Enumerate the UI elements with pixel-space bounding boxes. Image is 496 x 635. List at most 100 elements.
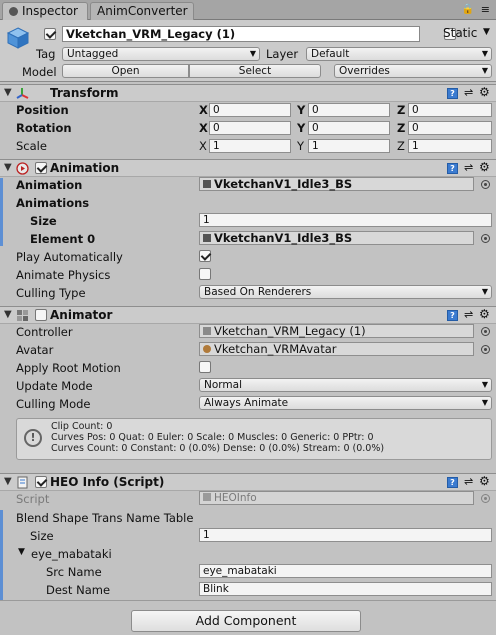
add-component-button[interactable]: Add Component — [131, 610, 361, 632]
chevron-down-icon: ▼ — [481, 49, 488, 58]
model-label: Model — [22, 65, 57, 79]
chevron-down-icon: ▼ — [481, 398, 488, 407]
gear-icon[interactable]: ⚙ — [479, 474, 490, 488]
gear-icon[interactable]: ⚙ — [479, 307, 490, 321]
controller-field[interactable]: Vketchan_VRM_Legacy (1) — [199, 324, 474, 338]
foldout-icon[interactable]: ▼ — [4, 476, 12, 487]
culling-type-dropdown[interactable]: Based On Renderers ▼ — [199, 285, 492, 299]
gear-icon[interactable]: ⚙ — [479, 85, 490, 99]
position-z-field[interactable]: 0 — [408, 103, 492, 117]
heo-title: HEO Info (Script) — [50, 475, 165, 489]
animator-enabled-checkbox[interactable] — [35, 309, 47, 321]
position-z-axis-label: Z — [397, 103, 406, 117]
table-size-field[interactable]: 1 — [199, 528, 492, 542]
preset-sliders-icon[interactable]: ⇌ — [464, 475, 473, 488]
scale-x-axis-label: X — [199, 139, 207, 153]
help-book-icon[interactable]: ? — [447, 163, 458, 174]
animation-header[interactable]: ▼ Animation ? ⇌ ⚙ — [0, 159, 496, 177]
animation-clip-value: VketchanV1_Idle3_BS — [214, 177, 353, 191]
src-name-field[interactable]: eye_mabataki — [199, 564, 492, 578]
rotation-y-field[interactable]: 0 — [308, 121, 390, 135]
position-y-field[interactable]: 0 — [308, 103, 390, 117]
object-picker-icon[interactable] — [481, 345, 490, 354]
animator-header[interactable]: ▼ Animator ? ⇌ ⚙ — [0, 306, 496, 324]
rotation-y-axis-label: Y — [297, 121, 306, 135]
help-book-icon[interactable]: ? — [447, 310, 458, 321]
scale-label: Scale — [16, 139, 47, 153]
transform-header[interactable]: ▼ Transform ? ⇌ ⚙ — [0, 84, 496, 102]
update-mode-dropdown[interactable]: Normal ▼ — [199, 378, 492, 392]
element0-label: Element 0 — [30, 232, 96, 246]
position-y-axis-label: Y — [297, 103, 306, 117]
scale-y-field[interactable]: 1 — [308, 139, 390, 153]
rotation-z-field[interactable]: 0 — [408, 121, 492, 135]
menu-icon[interactable]: ≡ — [481, 3, 490, 16]
help-book-icon[interactable]: ? — [447, 477, 458, 488]
modified-indicator-bar — [0, 178, 3, 246]
tag-label: Tag — [36, 47, 56, 61]
animation-title: Animation — [50, 161, 120, 175]
static-label: Static — [443, 26, 478, 40]
tab-inspector-label: Inspector — [22, 4, 78, 18]
heo-info-header[interactable]: ▼ HEO Info (Script) ? ⇌ ⚙ — [0, 473, 496, 491]
layer-value: Default — [311, 48, 350, 60]
lock-icon[interactable]: 🔒 — [462, 4, 474, 15]
chevron-down-icon: ▼ — [481, 287, 488, 296]
rotation-x-field[interactable]: 0 — [209, 121, 291, 135]
culling-mode-label: Culling Mode — [16, 397, 91, 411]
transform-axes-icon — [16, 88, 29, 99]
info-icon: ! — [24, 429, 42, 447]
animator-info-box: ! Clip Count: 0 Curves Pos: 0 Quat: 0 Eu… — [16, 418, 492, 460]
gameobject-cube-icon — [6, 27, 30, 49]
tab-inspector[interactable]: Inspector — [2, 2, 88, 21]
controller-value: Vketchan_VRM_Legacy (1) — [214, 324, 366, 338]
model-select-button[interactable]: Select — [189, 64, 321, 78]
tab-animconverter[interactable]: AnimConverter — [90, 2, 194, 20]
object-picker-icon[interactable] — [481, 234, 490, 243]
preset-sliders-icon[interactable]: ⇌ — [464, 308, 473, 321]
gear-icon[interactable]: ⚙ — [479, 160, 490, 174]
culling-mode-dropdown[interactable]: Always Animate ▼ — [199, 396, 492, 410]
animation-enabled-checkbox[interactable] — [35, 162, 47, 174]
model-open-button[interactable]: Open — [62, 64, 189, 78]
dest-name-field[interactable]: Blink — [199, 582, 492, 596]
position-x-field[interactable]: 0 — [209, 103, 291, 117]
script-file-icon — [203, 493, 211, 501]
object-picker-icon[interactable] — [481, 327, 490, 336]
model-overrides-dropdown[interactable]: Overrides ▼ — [334, 64, 492, 78]
script-field: HEOInfo — [199, 491, 474, 505]
scale-x-field[interactable]: 1 — [209, 139, 291, 153]
gameobject-active-checkbox[interactable] — [44, 28, 56, 40]
foldout-icon[interactable]: ▼ — [4, 162, 12, 173]
object-picker-icon — [481, 494, 490, 503]
static-dropdown-icon[interactable]: ▼ — [483, 27, 490, 37]
object-picker-icon[interactable] — [481, 180, 490, 189]
foldout-icon[interactable]: ▼ — [4, 87, 12, 98]
blend-shape-table-label: Blend Shape Trans Name Table — [16, 511, 194, 525]
element-foldout-icon[interactable]: ▼ — [18, 547, 25, 557]
chevron-down-icon: ▼ — [481, 66, 488, 75]
preset-sliders-icon[interactable]: ⇌ — [464, 86, 473, 99]
play-automatically-checkbox[interactable] — [199, 250, 211, 262]
script-value: HEOInfo — [214, 492, 257, 504]
apply-root-motion-checkbox[interactable] — [199, 361, 211, 373]
preset-sliders-icon[interactable]: ⇌ — [464, 161, 473, 174]
scale-z-field[interactable]: 1 — [408, 139, 492, 153]
update-mode-label: Update Mode — [16, 379, 93, 393]
gameobject-header: Vketchan_VRM_Legacy (1) Static ▼ Tag Unt… — [0, 20, 496, 82]
avatar-field[interactable]: Vketchan_VRMAvatar — [199, 342, 474, 356]
element0-field[interactable]: VketchanV1_Idle3_BS — [199, 231, 474, 245]
layer-dropdown[interactable]: Default ▼ — [306, 47, 492, 61]
animate-physics-checkbox[interactable] — [199, 268, 211, 280]
gameobject-name-field[interactable]: Vketchan_VRM_Legacy (1) — [62, 26, 420, 42]
foldout-icon[interactable]: ▼ — [4, 309, 12, 320]
animation-clip-field[interactable]: VketchanV1_Idle3_BS — [199, 177, 474, 191]
animation-clip-icon — [203, 234, 211, 242]
animations-size-field[interactable]: 1 — [199, 213, 492, 227]
animator-title: Animator — [50, 308, 113, 322]
apply-root-motion-label: Apply Root Motion — [16, 361, 121, 375]
heo-enabled-checkbox[interactable] — [35, 476, 47, 488]
tag-dropdown[interactable]: Untagged ▼ — [62, 47, 260, 61]
tab-bar: Inspector AnimConverter 🔒 ≡ — [0, 0, 496, 21]
help-book-icon[interactable]: ? — [447, 88, 458, 99]
